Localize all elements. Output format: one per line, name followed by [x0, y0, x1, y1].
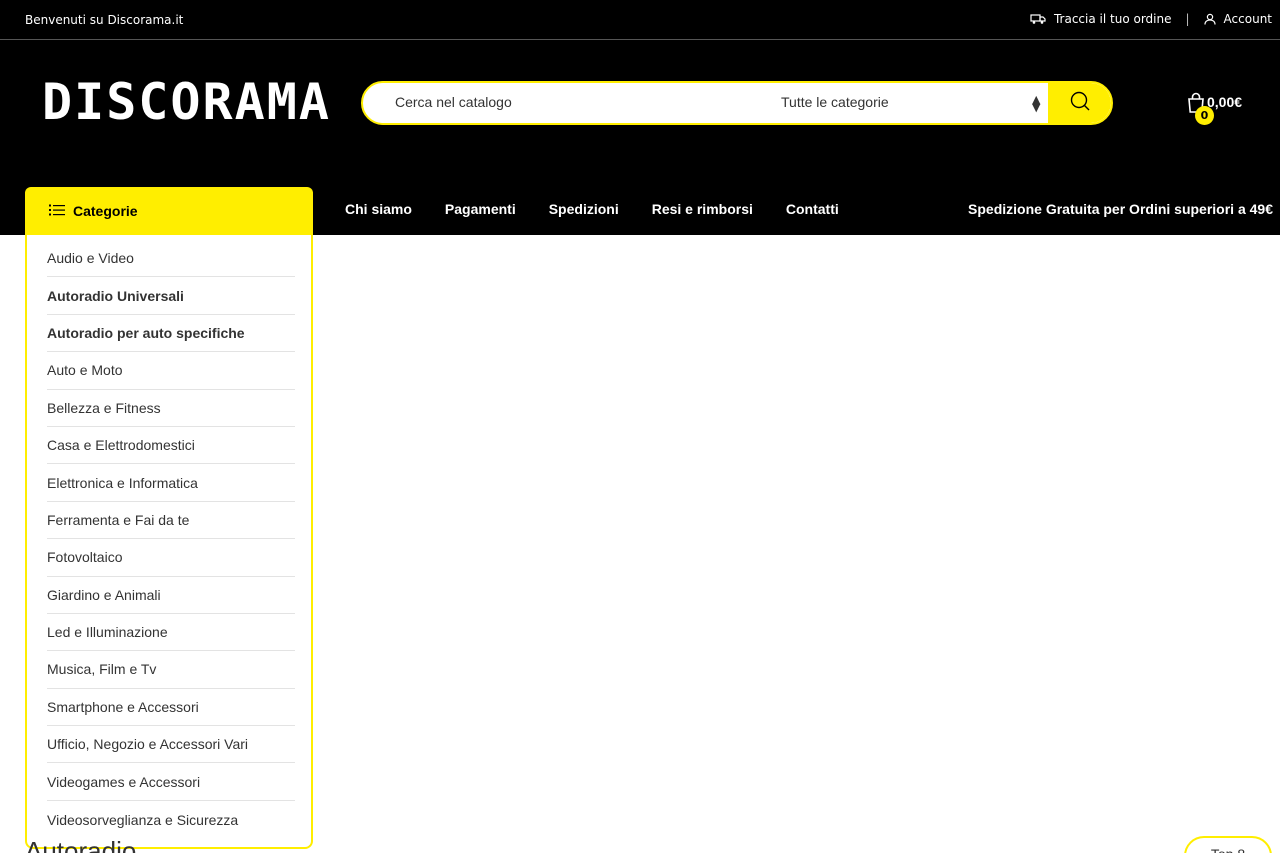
category-item-led-e-illuminazione[interactable]: Led e Illuminazione	[47, 614, 295, 652]
category-item-autoradio-universali[interactable]: Autoradio Universali	[47, 277, 295, 315]
category-item-elettronica-e-informatica[interactable]: Elettronica e Informatica	[47, 464, 295, 502]
account-link[interactable]: Account	[1224, 12, 1272, 26]
category-item-musica-film-e-tv[interactable]: Musica, Film e Tv	[47, 651, 295, 689]
search-bar: Cerca nel catalogo Tutte le categorie ▲ ▼	[361, 81, 1113, 125]
page-title: Autoradio	[25, 836, 137, 853]
free-shipping-promo: Spedizione Gratuita per Ordini superiori…	[968, 201, 1273, 217]
cart-amount: 0,00€	[1207, 94, 1243, 110]
category-item-videosorveglianza-e-sicurezza[interactable]: Videosorveglianza e Sicurezza	[47, 801, 295, 838]
category-item-ufficio-negozio[interactable]: Ufficio, Negozio e Accessori Vari	[47, 726, 295, 764]
nav-link-pagamenti[interactable]: Pagamenti	[445, 201, 516, 217]
category-item-bellezza-e-fitness[interactable]: Bellezza e Fitness	[47, 390, 295, 427]
site-header: DISCORAMA Cerca nel catalogo Tutte le ca…	[0, 40, 1280, 186]
select-caret-icon[interactable]: ▲ ▼	[1032, 94, 1040, 113]
top-bar-links: Traccia il tuo ordine | Account	[1030, 12, 1272, 26]
list-icon	[49, 203, 65, 219]
search-icon	[1069, 90, 1091, 116]
logo-text: DISCORAMA	[42, 73, 331, 131]
cart-button[interactable]: 0 0,00€	[1187, 92, 1243, 125]
nav-link-chi-siamo[interactable]: Chi siamo	[345, 201, 412, 217]
category-list: Audio e Video Autoradio Universali Autor…	[27, 235, 311, 838]
track-order-link[interactable]: Traccia il tuo ordine	[1054, 12, 1172, 26]
welcome-text: Benvenuti su Discorama.it	[25, 13, 184, 27]
cart-count-badge: 0	[1195, 106, 1214, 125]
user-icon	[1203, 13, 1216, 25]
category-item-casa-e-elettrodomestici[interactable]: Casa e Elettrodomestici	[47, 427, 295, 465]
search-input[interactable]: Cerca nel catalogo	[395, 94, 512, 110]
topbar-separator: |	[1185, 12, 1190, 26]
site-logo[interactable]: DISCORAMA	[42, 72, 331, 132]
main-navigation-bar: Categorie Chi siamo Pagamenti Spedizioni…	[0, 186, 1280, 235]
categories-button-label: Categorie	[73, 203, 138, 219]
category-select[interactable]: Tutte le categorie	[781, 94, 889, 110]
category-item-ferramenta-e-fai-da-te[interactable]: Ferramenta e Fai da te	[47, 502, 295, 540]
truck-icon	[1030, 13, 1046, 25]
search-button[interactable]	[1048, 83, 1111, 123]
nav-link-contatti[interactable]: Contatti	[786, 201, 839, 217]
category-item-giardino-e-animali[interactable]: Giardino e Animali	[47, 577, 295, 614]
category-item-fotovoltaico[interactable]: Fotovoltaico	[47, 539, 295, 577]
category-item-audio-e-video[interactable]: Audio e Video	[47, 240, 295, 278]
categories-button[interactable]: Categorie	[25, 187, 313, 235]
category-item-smartphone-e-accessori[interactable]: Smartphone e Accessori	[47, 689, 295, 727]
category-item-videogames-e-accessori[interactable]: Videogames e Accessori	[47, 763, 295, 801]
category-item-autoradio-per-auto-specifiche[interactable]: Autoradio per auto specifiche	[47, 315, 295, 353]
category-dropdown: Audio e Video Autoradio Universali Autor…	[25, 235, 313, 849]
main-nav: Chi siamo Pagamenti Spedizioni Resi e ri…	[345, 201, 839, 217]
category-item-auto-e-moto[interactable]: Auto e Moto	[47, 352, 295, 390]
nav-link-resi-e-rimborsi[interactable]: Resi e rimborsi	[652, 201, 753, 217]
top-bar: Benvenuti su Discorama.it Traccia il tuo…	[0, 0, 1280, 40]
nav-link-spedizioni[interactable]: Spedizioni	[549, 201, 619, 217]
top-8-button[interactable]: Top 8	[1184, 836, 1272, 853]
